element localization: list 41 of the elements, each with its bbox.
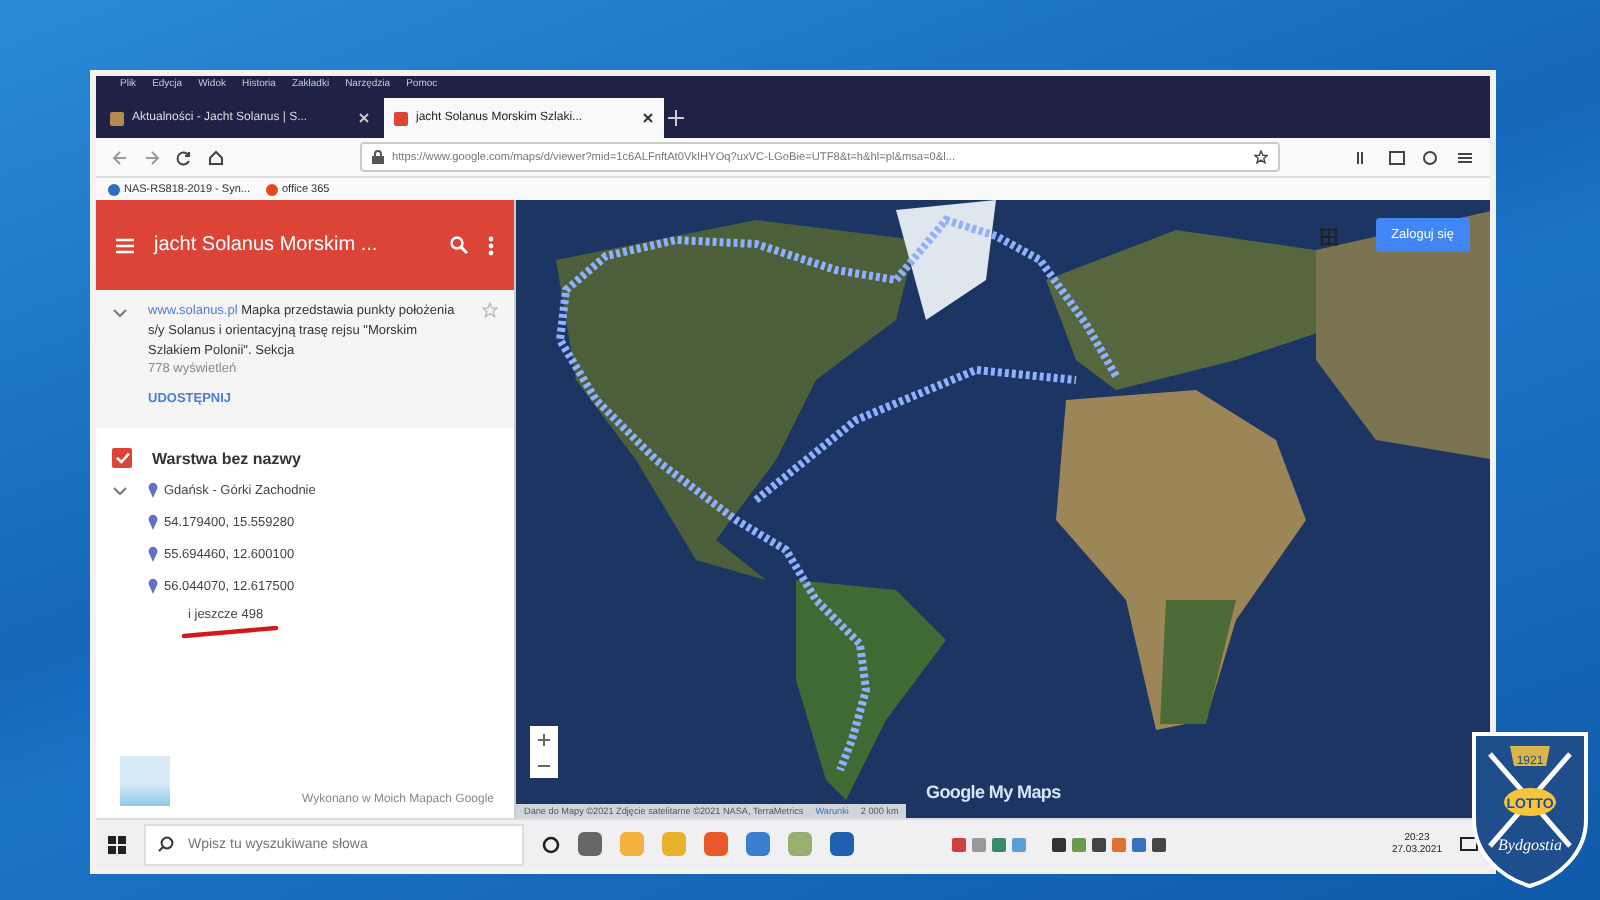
toolbar-icons-drawing	[1354, 149, 1474, 165]
windows-icon[interactable]	[108, 835, 126, 853]
app-icon[interactable]	[830, 832, 854, 856]
plus-icon[interactable]	[668, 110, 684, 126]
site-icon	[110, 111, 124, 125]
search-icon[interactable]	[450, 236, 468, 254]
zoom-in-button[interactable]	[530, 726, 558, 752]
search-icon	[158, 836, 174, 852]
menu-icon[interactable]	[116, 237, 134, 253]
layer-checkbox[interactable]	[112, 448, 132, 468]
pin-icon	[148, 482, 158, 498]
crown-icon	[1510, 746, 1550, 766]
star-icon[interactable]	[482, 302, 498, 318]
chevron-icon[interactable]	[112, 308, 128, 320]
oval-emblem	[1504, 788, 1556, 816]
app-icon[interactable]	[746, 832, 770, 856]
close-icon[interactable]	[642, 112, 654, 124]
map-logo: Google My Maps	[926, 782, 1061, 802]
map-title: jacht Solanus Morskim ...	[154, 234, 380, 256]
minus-icon	[538, 759, 550, 771]
plus-icon	[538, 733, 550, 745]
pin-icon	[148, 578, 158, 594]
site-icon	[394, 111, 408, 125]
reload-icon[interactable]	[176, 149, 192, 165]
map-thumbnail	[120, 756, 170, 806]
lock-icon	[372, 150, 384, 164]
pin-icon	[148, 546, 158, 562]
pin-icon	[148, 514, 158, 530]
notification-icon[interactable]	[1460, 835, 1478, 853]
more-icon[interactable]	[488, 235, 494, 255]
forward-icon[interactable]	[144, 149, 160, 165]
badge-name: Bydgostia	[1498, 836, 1562, 854]
star-icon[interactable]	[1254, 150, 1268, 164]
app-icon[interactable]	[578, 832, 602, 856]
back-icon[interactable]	[112, 149, 128, 165]
underline-stroke	[180, 624, 280, 640]
home-icon[interactable]	[208, 149, 224, 165]
chevron-icon[interactable]	[112, 486, 128, 498]
browser-icon[interactable]	[704, 832, 728, 856]
layer-name: Warstwa bez nazwy	[152, 449, 301, 467]
task-view-icon[interactable]	[542, 835, 560, 853]
